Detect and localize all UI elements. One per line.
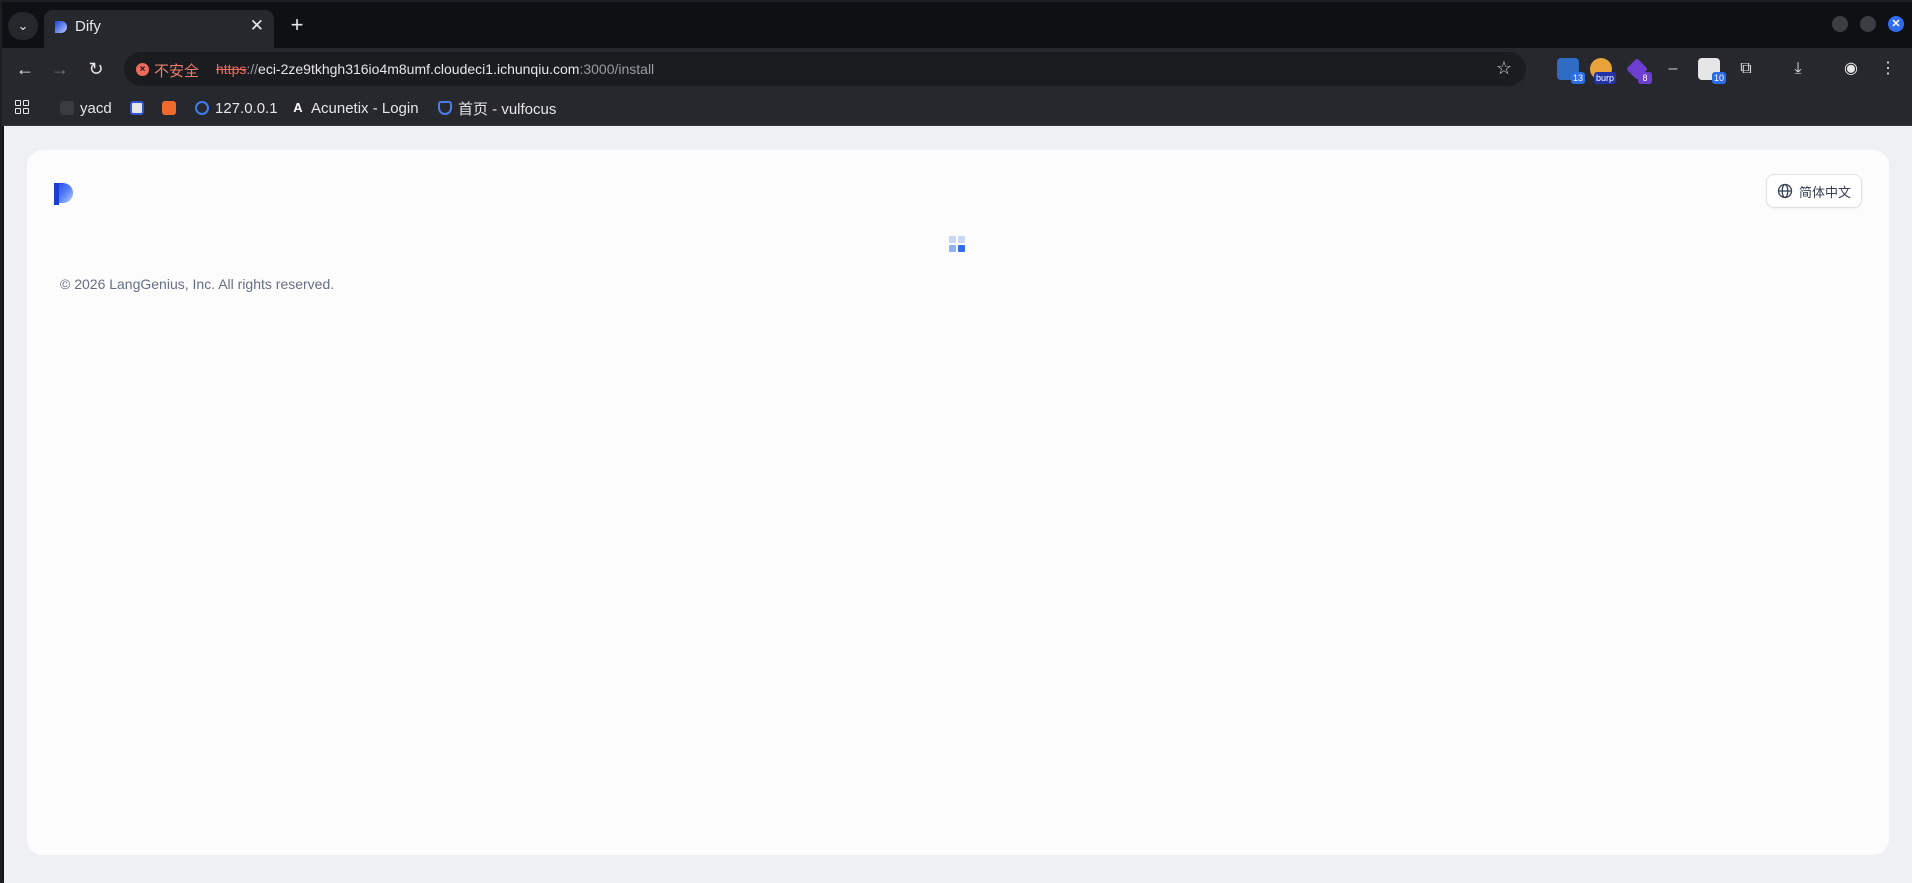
back-arrow-icon[interactable]: ←: [12, 56, 38, 82]
language-label: 简体中文: [1798, 184, 1851, 200]
extension-badge: 10: [1711, 72, 1726, 84]
bookmark-vulfocus[interactable]: 首页 - vulfocus: [438, 98, 556, 118]
install-card: 简体中文 © 2026 LangGenius, Inc. All rights …: [27, 150, 1889, 855]
circle-bookmark-icon: [195, 101, 209, 115]
tab-search-button[interactable]: ⌄: [8, 12, 38, 40]
bookmark-label: 127.0.0.1: [215, 99, 278, 117]
bookmark-yacd[interactable]: yacd: [60, 98, 112, 118]
blue-bookmark-icon: [130, 101, 144, 115]
loading-spinner-icon: [949, 236, 965, 252]
url-host: eci-2ze9tkhgh316io4m8umf.cloudeci1.ichun…: [258, 61, 580, 77]
url-scheme: https: [216, 61, 247, 77]
forward-arrow-icon[interactable]: →: [47, 56, 73, 82]
bookmark-label: Acunetix - Login: [311, 99, 419, 117]
bookmarks-bar: yacd 127.0.0.1 A Acunetix - Login 首页 - vu…: [2, 90, 1912, 126]
bookmark-label: 首页 - vulfocus: [458, 100, 557, 118]
puzzle-extensions-icon[interactable]: ⧉: [1735, 58, 1757, 80]
burp-ext-icon[interactable]: burp: [1590, 58, 1616, 84]
maximize-button[interactable]: [1860, 16, 1876, 32]
tab-strip: ⌄ Dify ✕ + ✕: [2, 2, 1912, 48]
security-label[interactable]: 不安全: [154, 60, 199, 81]
calendar-ext-icon[interactable]: 13: [1557, 58, 1585, 84]
bookmark-star-icon[interactable]: ☆: [1496, 58, 1512, 79]
acunetix-icon: A: [293, 100, 303, 115]
cat-icon: [60, 101, 74, 115]
minimize-button[interactable]: [1832, 16, 1848, 32]
tab-title: Dify: [75, 18, 101, 35]
language-selector-button[interactable]: 简体中文: [1765, 174, 1862, 208]
orange-bookmark-icon: [162, 101, 176, 115]
bookmark-blue[interactable]: [130, 98, 150, 118]
menu-icon[interactable]: ⋮: [1877, 58, 1899, 80]
globe-icon: [1777, 183, 1793, 199]
dify-logo-icon: [54, 183, 73, 205]
extension-badge: burp: [1593, 72, 1616, 84]
page-viewport: 简体中文 © 2026 LangGenius, Inc. All rights …: [4, 126, 1912, 883]
tab-dify[interactable]: Dify ✕: [44, 10, 274, 48]
copyright-footer: © 2026 LangGenius, Inc. All rights reser…: [60, 276, 335, 292]
address-bar[interactable]: × 不安全 https://eci-2ze9tkhgh316io4m8umf.c…: [124, 52, 1526, 86]
dash-ext-icon[interactable]: ‒: [1662, 58, 1684, 80]
extension-badge: 8: [1638, 72, 1652, 84]
window-close-button[interactable]: ✕: [1888, 16, 1904, 32]
bookmark-label: yacd: [80, 99, 112, 117]
close-icon[interactable]: ✕: [250, 16, 264, 36]
dify-favicon-icon: [55, 21, 67, 33]
chevron-down-icon: ⌄: [17, 18, 29, 33]
not-secure-icon[interactable]: ×: [136, 63, 149, 76]
download-icon[interactable]: ⤓: [1787, 58, 1809, 80]
reload-icon[interactable]: ↻: [83, 56, 109, 82]
bookmark-orange[interactable]: [162, 98, 182, 118]
shield-bookmark-icon: [438, 101, 452, 115]
bookmark-acunetix[interactable]: A Acunetix - Login: [291, 98, 419, 118]
bookmark-localhost[interactable]: 127.0.0.1: [195, 98, 278, 118]
url-text[interactable]: https://eci-2ze9tkhgh316io4m8umf.cloudec…: [216, 61, 654, 77]
url-path: :3000/install: [579, 61, 655, 77]
browser-window: ⌄ Dify ✕ + ✕ ← → ↻ × 不安全 https://eci-2ze…: [0, 0, 1912, 883]
url-separator: ://: [246, 61, 259, 77]
new-tab-button[interactable]: +: [284, 12, 310, 38]
extension-badge: 13: [1570, 72, 1585, 84]
browser-toolbar: ← → ↻ × 不安全 https://eci-2ze9tkhgh316io4m…: [2, 48, 1912, 90]
profile-icon[interactable]: ◉: [1840, 58, 1862, 80]
apps-grid-icon[interactable]: [15, 100, 29, 114]
calendar2-ext-icon[interactable]: 10: [1698, 58, 1726, 84]
